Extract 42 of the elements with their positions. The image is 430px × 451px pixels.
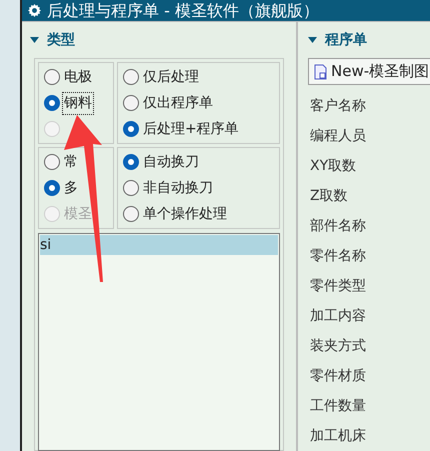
option-label[interactable]: 自动换刀 — [142, 152, 200, 172]
option-label[interactable]: 电极 — [63, 66, 93, 88]
radio-button[interactable] — [44, 95, 60, 111]
radio-button[interactable] — [123, 154, 139, 170]
gear-icon — [28, 4, 41, 17]
option-label[interactable]: 常 — [63, 152, 79, 172]
radio-button[interactable] — [44, 180, 60, 196]
radio-button[interactable] — [123, 95, 139, 111]
field-label: 加工机床 — [310, 426, 366, 446]
field-label: 加工内容 — [310, 306, 366, 326]
field-label: 客户名称 — [310, 96, 366, 116]
radio-button[interactable] — [123, 180, 139, 196]
section-title: 程序单 — [325, 30, 367, 50]
field-label: 零件类型 — [310, 276, 366, 296]
radio-button[interactable] — [123, 206, 139, 222]
radio-button[interactable] — [123, 121, 139, 137]
radio-button[interactable] — [123, 69, 139, 85]
option-label[interactable]: 仅出程序单 — [142, 92, 214, 114]
radio-button[interactable] — [44, 154, 60, 170]
section-title: 类型 — [47, 30, 75, 50]
list-item[interactable]: si — [40, 235, 278, 255]
field-label: 编程人员 — [310, 126, 366, 146]
option-label[interactable]: 多 — [63, 178, 79, 198]
option-label[interactable]: 仅后处理 — [142, 66, 200, 88]
caret-icon[interactable] — [30, 37, 39, 43]
field-label: 装夹方式 — [310, 336, 366, 356]
field-label: Z取数 — [310, 186, 348, 206]
list-box[interactable]: si — [38, 233, 280, 451]
radio-button[interactable] — [44, 69, 60, 85]
option-label[interactable]: 非自动换刀 — [142, 178, 214, 198]
window-title: 后处理与程序单 - 模圣软件（旗舰版） — [47, 2, 319, 18]
option-label[interactable]: 单个操作处理 — [142, 204, 228, 224]
option-label[interactable]: 钢料 — [63, 92, 93, 114]
option-label[interactable]: 后处理+程序单 — [142, 118, 240, 140]
caret-icon[interactable] — [308, 37, 317, 43]
file-button[interactable]: New-模圣制图 — [308, 58, 430, 85]
field-label: 部件名称 — [310, 216, 366, 236]
field-label: XY取数 — [310, 156, 356, 176]
field-label: 工件数量 — [310, 396, 366, 416]
document-icon — [314, 64, 327, 80]
field-label: 零件名称 — [310, 246, 366, 266]
field-label: 零件材质 — [310, 366, 366, 386]
